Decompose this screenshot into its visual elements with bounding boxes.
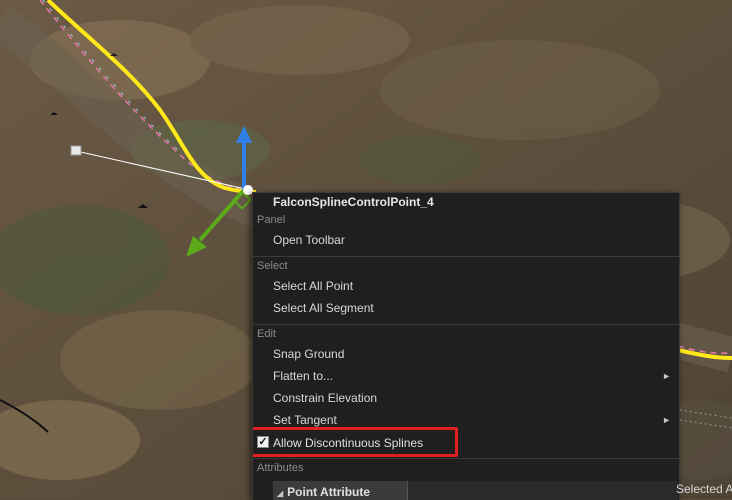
menu-item-snap-ground[interactable]: Snap Ground (273, 344, 673, 364)
menu-separator (253, 256, 679, 257)
section-edit: Edit (257, 328, 276, 340)
section-attributes: Attributes (257, 462, 304, 474)
red-highlight-box (253, 427, 458, 457)
menu-item-label: Set Tangent (273, 413, 337, 427)
point-attribute-label: Point Attribute (287, 485, 371, 499)
menu-item-label: Flatten to... (273, 369, 334, 383)
menu-item-open-toolbar[interactable]: Open Toolbar (273, 230, 673, 250)
menu-item-select-all-segment[interactable]: Select All Segment (273, 298, 673, 318)
tangent-handle (70, 145, 82, 156)
point-attribute-header[interactable]: ◢ Point Attribute (273, 481, 408, 500)
selected-actors-status: Selected A (676, 482, 732, 496)
context-menu-title: FalconSplineControlPoint_4 (273, 195, 434, 209)
menu-item-select-all-point[interactable]: Select All Point (273, 276, 673, 296)
expand-arrow-icon: ◢ (277, 489, 284, 498)
section-panel: Panel (257, 214, 286, 226)
section-select: Select (257, 260, 288, 272)
menu-item-constrain-elevation[interactable]: Constrain Elevation (273, 388, 673, 408)
menu-separator (253, 324, 679, 325)
submenu-arrow-icon: ► (662, 415, 671, 425)
point-attribute-value-area (408, 481, 678, 500)
menu-item-flatten-to[interactable]: Flatten to... ► (273, 366, 673, 386)
menu-separator (253, 458, 679, 459)
menu-item-allow-discontinuous-splines[interactable]: ✓ Allow Discontinuous Splines (253, 427, 679, 457)
context-menu: FalconSplineControlPoint_4 Panel Open To… (252, 192, 680, 500)
submenu-arrow-icon: ► (662, 371, 671, 381)
